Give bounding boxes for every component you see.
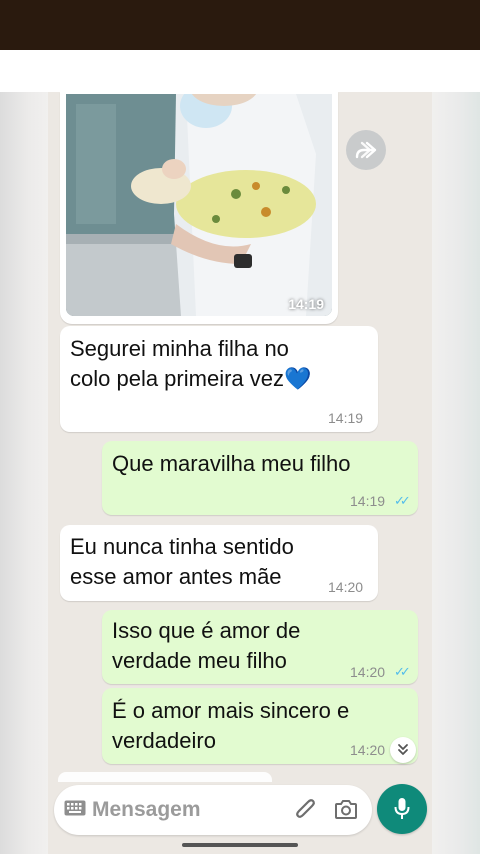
message-text-line: verdade meu filho [112, 648, 287, 673]
paperclip-icon[interactable] [294, 797, 318, 823]
image-timestamp: 14:19 [288, 296, 324, 312]
photo-father-holding-newborn[interactable]: 14:19 [66, 94, 332, 316]
message-timestamp: 14:19 [350, 493, 386, 509]
read-ticks-icon: ✓✓ [394, 493, 411, 508]
photo-image [66, 94, 332, 316]
message-text-line: É o amor mais sincero e [112, 698, 350, 723]
double-chevron-down-icon [398, 744, 408, 755]
keyboard-icon[interactable] [64, 800, 86, 816]
voice-message-button[interactable] [377, 784, 427, 834]
message-timestamp: 14:20 [328, 579, 364, 595]
message-bubble-outgoing[interactable]: Isso que é amor de verdade meu filho 14:… [102, 610, 418, 684]
top-status-bar [0, 0, 480, 50]
message-timestamp: 14:19 [328, 410, 364, 426]
scroll-to-bottom-button[interactable] [390, 737, 416, 763]
message-text-line: verdadeiro [112, 728, 216, 753]
message-bubble-outgoing[interactable]: Que maravilha meu filho 14:19 ✓✓ [102, 441, 418, 515]
message-bubble-incoming[interactable]: Eu nunca tinha sentido esse amor antes m… [60, 525, 378, 601]
message-text-line: Isso que é amor de [112, 618, 301, 643]
message-timestamp: 14:20 [350, 664, 386, 680]
camera-icon[interactable] [334, 798, 358, 820]
background-left [0, 92, 48, 854]
home-indicator [182, 843, 298, 847]
message-text-line: Eu nunca tinha sentido [70, 534, 294, 559]
message-text-line: Segurei minha filha no [70, 336, 289, 361]
read-ticks-icon: ✓✓ [394, 664, 411, 679]
message-bubble-outgoing[interactable]: É o amor mais sincero e verdadeiro 14:20 [102, 688, 418, 764]
background-right [432, 92, 480, 854]
partial-message-bubble [58, 772, 272, 782]
message-text-line: colo pela primeira vez💙 [70, 366, 312, 391]
message-timestamp: 14:20 [350, 742, 386, 758]
message-composer[interactable]: Mensagem [54, 785, 372, 835]
microphone-icon [394, 798, 410, 819]
message-text-line: Que maravilha meu filho [112, 451, 351, 476]
forward-button[interactable] [346, 130, 386, 170]
header-strip [0, 50, 480, 92]
message-input[interactable]: Mensagem [92, 798, 201, 822]
message-text-line: esse amor antes mãe [70, 564, 282, 589]
forward-icon [355, 141, 377, 159]
message-bubble-incoming[interactable]: Segurei minha filha no colo pela primeir… [60, 326, 378, 432]
